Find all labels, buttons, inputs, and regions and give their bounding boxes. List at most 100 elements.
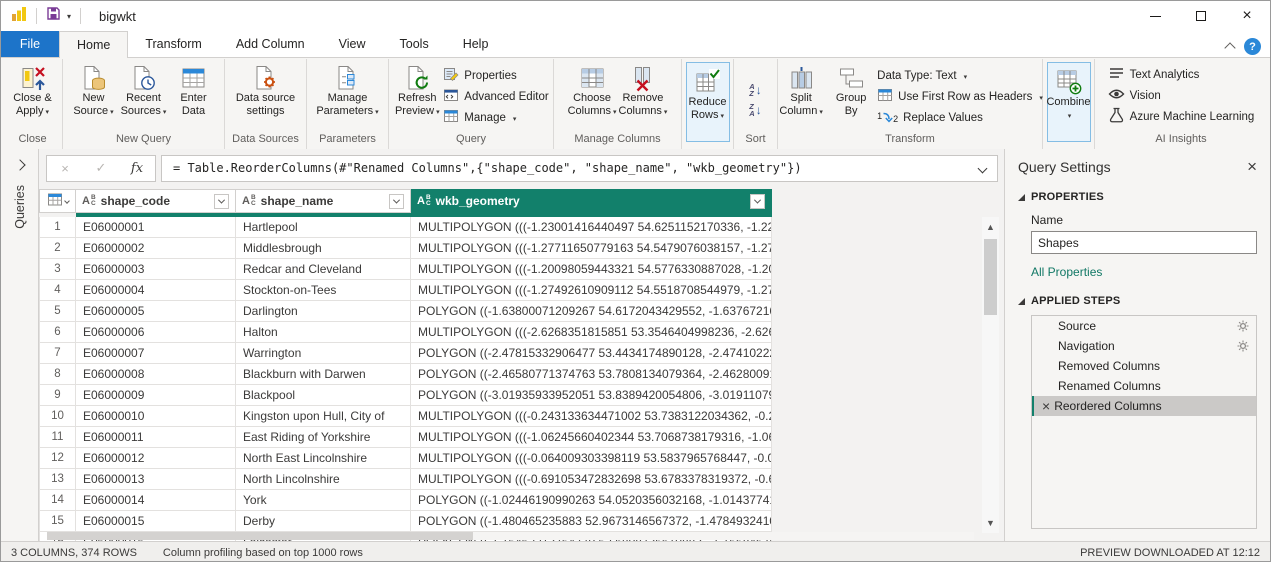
quick-access-dropdown-icon[interactable]: ▾ (67, 12, 71, 21)
scroll-up-icon[interactable]: ▲ (982, 219, 999, 235)
manage-button[interactable]: Manage (443, 108, 548, 127)
vertical-scrollbar[interactable]: ▲ ▼ (982, 217, 999, 533)
collapse-section-icon[interactable] (1018, 298, 1025, 305)
tab-tools[interactable]: Tools (383, 31, 446, 57)
cell-shape-name[interactable]: Warrington (236, 343, 411, 364)
data-type-button[interactable]: Data Type: Text (877, 66, 1043, 85)
filter-dropdown-icon[interactable] (389, 194, 404, 209)
advanced-editor-button[interactable]: Advanced Editor (443, 87, 548, 106)
row-number[interactable]: 4 (39, 280, 76, 301)
row-number[interactable]: 5 (39, 301, 76, 322)
cell-shape-code[interactable]: E06000008 (76, 364, 236, 385)
choose-columns-button[interactable]: ChooseColumns (568, 61, 617, 119)
manage-parameters-button[interactable]: ManageParameters (316, 61, 378, 119)
data-source-settings-button[interactable]: Data sourcesettings (236, 61, 295, 117)
cell-wkb-geometry[interactable]: MULTIPOLYGON (((-1.23001416440497 54.625… (411, 217, 772, 238)
cell-shape-name[interactable]: Halton (236, 322, 411, 343)
cell-shape-code[interactable]: E06000010 (76, 406, 236, 427)
applied-step-source[interactable]: Source (1032, 316, 1256, 336)
tab-file[interactable]: File (1, 31, 59, 57)
applied-step-navigation[interactable]: Navigation (1032, 336, 1256, 356)
cell-shape-code[interactable]: E06000015 (76, 511, 236, 532)
properties-section-header[interactable]: PROPERTIES (1018, 191, 1257, 203)
sort-descending-button[interactable]: ZA↓ (749, 103, 761, 117)
recent-sources-button[interactable]: RecentSources (120, 61, 168, 119)
refresh-preview-button[interactable]: RefreshPreview (393, 61, 441, 119)
all-properties-link[interactable]: All Properties (1031, 265, 1257, 279)
azure-machine-learning-button[interactable]: Azure Machine Learning (1108, 107, 1255, 126)
column-header-shape-code[interactable]: ABC shape_code (76, 189, 236, 213)
cell-shape-name[interactable]: Hartlepool (236, 217, 411, 238)
commit-formula-icon[interactable]: ✓ (83, 160, 119, 176)
expand-queries-pane-icon[interactable] (14, 159, 25, 170)
formula-input[interactable]: = Table.ReorderColumns(#"Renamed Columns… (161, 155, 998, 182)
split-column-button[interactable]: SplitColumn (777, 61, 825, 119)
close-window-button[interactable]: × (1224, 1, 1270, 31)
reduce-rows-button[interactable]: ReduceRows (686, 62, 730, 142)
cell-shape-code[interactable]: E06000003 (76, 259, 236, 280)
enter-data-button[interactable]: EnterData (170, 61, 218, 117)
cell-shape-code[interactable]: E06000001 (76, 217, 236, 238)
maximize-button[interactable] (1178, 1, 1224, 31)
cell-shape-code[interactable]: E06000013 (76, 469, 236, 490)
applied-steps-section-header[interactable]: APPLIED STEPS (1018, 295, 1257, 307)
cell-shape-name[interactable]: East Riding of Yorkshire (236, 427, 411, 448)
row-number[interactable]: 1 (39, 217, 76, 238)
cell-wkb-geometry[interactable]: POLYGON ((-2.47815332906477 53.443417489… (411, 343, 772, 364)
row-number[interactable]: 2 (39, 238, 76, 259)
cell-wkb-geometry[interactable]: POLYGON ((-3.01935933952051 53.838942005… (411, 385, 772, 406)
column-header-shape-name[interactable]: ABC shape_name (236, 189, 411, 213)
queries-pane-label[interactable]: Queries (13, 185, 27, 229)
row-number[interactable]: 6 (39, 322, 76, 343)
expand-formula-bar-icon[interactable] (978, 163, 988, 173)
cell-wkb-geometry[interactable]: MULTIPOLYGON (((-1.20098059443321 54.577… (411, 259, 772, 280)
horizontal-scrollbar[interactable] (47, 532, 974, 540)
row-number[interactable]: 8 (39, 364, 76, 385)
remove-columns-button[interactable]: RemoveColumns (619, 61, 668, 119)
cell-shape-code[interactable]: E06000009 (76, 385, 236, 406)
collapse-ribbon-icon[interactable] (1224, 42, 1235, 53)
new-source-button[interactable]: NewSource (70, 61, 118, 119)
use-first-row-as-headers-button[interactable]: Use First Row as Headers (877, 87, 1043, 106)
cell-shape-name[interactable]: North Lincolnshire (236, 469, 411, 490)
cancel-formula-icon[interactable]: × (47, 161, 83, 176)
table-select-all-button[interactable] (39, 189, 76, 213)
step-settings-gear-icon[interactable] (1237, 320, 1249, 332)
cell-shape-name[interactable]: Darlington (236, 301, 411, 322)
delete-step-icon[interactable]: × (1042, 398, 1050, 414)
row-number[interactable]: 14 (39, 490, 76, 511)
cell-shape-code[interactable]: E06000011 (76, 427, 236, 448)
query-name-input[interactable] (1031, 231, 1257, 254)
collapse-section-icon[interactable] (1018, 194, 1025, 201)
cell-shape-name[interactable]: North East Lincolnshire (236, 448, 411, 469)
row-number[interactable]: 9 (39, 385, 76, 406)
tab-view[interactable]: View (322, 31, 383, 57)
replace-values-button[interactable]: 12 Replace Values (877, 108, 1043, 127)
applied-step-removed-columns[interactable]: Removed Columns (1032, 356, 1256, 376)
tab-home[interactable]: Home (59, 31, 128, 58)
row-number[interactable]: 3 (39, 259, 76, 280)
step-settings-gear-icon[interactable] (1237, 340, 1249, 352)
row-number[interactable]: 13 (39, 469, 76, 490)
cell-shape-name[interactable]: York (236, 490, 411, 511)
text-analytics-button[interactable]: Text Analytics (1108, 65, 1255, 84)
cell-wkb-geometry[interactable]: POLYGON ((-1.63800071209267 54.617204342… (411, 301, 772, 322)
cell-shape-code[interactable]: E06000004 (76, 280, 236, 301)
cell-shape-code[interactable]: E06000002 (76, 238, 236, 259)
row-number[interactable]: 11 (39, 427, 76, 448)
close-and-apply-button[interactable]: Close &Apply (9, 61, 57, 119)
combine-button[interactable]: Combine (1047, 62, 1091, 142)
row-number[interactable]: 10 (39, 406, 76, 427)
group-by-button[interactable]: GroupBy (827, 61, 875, 117)
cell-shape-code[interactable]: E06000014 (76, 490, 236, 511)
tab-add-column[interactable]: Add Column (219, 31, 322, 57)
cell-shape-name[interactable]: Redcar and Cleveland (236, 259, 411, 280)
tab-help[interactable]: Help (446, 31, 506, 57)
filter-dropdown-icon[interactable] (214, 194, 229, 209)
cell-shape-code[interactable]: E06000005 (76, 301, 236, 322)
save-icon[interactable] (46, 6, 61, 26)
cell-wkb-geometry[interactable]: MULTIPOLYGON (((-2.6268351815851 53.3546… (411, 322, 772, 343)
cell-wkb-geometry[interactable]: POLYGON ((-1.02446190990263 54.052035603… (411, 490, 772, 511)
minimize-button[interactable] (1132, 1, 1178, 31)
filter-dropdown-icon[interactable] (750, 194, 765, 209)
